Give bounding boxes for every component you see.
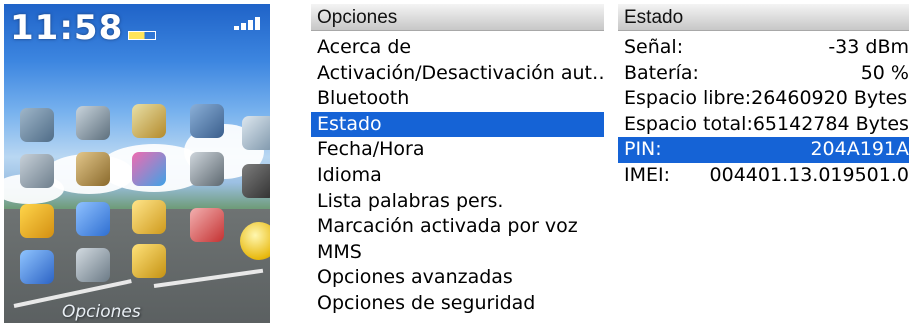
list-item-selected[interactable]: Estado	[311, 111, 604, 138]
status-row-total-space[interactable]: Espacio total: 65142784 Bytes	[618, 112, 909, 138]
status-row-pin[interactable]: PIN: 204A191A	[618, 137, 909, 163]
status-label: Espacio total:	[624, 112, 753, 135]
help-icon[interactable]	[20, 204, 54, 238]
status-row-imei[interactable]: IMEI: 004401.13.019501.0	[618, 163, 909, 189]
tasks-icon[interactable]	[132, 200, 166, 234]
messages-icon[interactable]	[20, 108, 54, 142]
status-value: 65142784 Bytes	[752, 112, 909, 135]
manage-connections-icon[interactable]	[76, 248, 110, 282]
status-row-signal[interactable]: Señal: -33 dBm	[618, 35, 909, 61]
home-selected-label: Opciones	[62, 302, 141, 322]
list-item[interactable]: Opciones de seguridad	[311, 291, 604, 317]
list-item[interactable]: Idioma	[311, 163, 604, 189]
list-item[interactable]: Fecha/Hora	[311, 137, 604, 163]
status-value: 004401.13.019501.0	[709, 163, 909, 186]
list-item[interactable]: Opciones avanzadas	[311, 265, 604, 291]
phone-icon[interactable]	[242, 116, 270, 150]
options-screen: Opciones Acerca de Activación/Desactivac…	[311, 4, 604, 323]
games-icon[interactable]	[132, 152, 166, 186]
list-item[interactable]: MMS	[311, 240, 604, 266]
lock-icon[interactable]	[132, 244, 166, 278]
status-value: 26460920 Bytes	[751, 87, 908, 110]
status-row-battery[interactable]: Batería: 50 %	[618, 61, 909, 87]
list-item[interactable]: Lista palabras pers.	[311, 189, 604, 215]
list-item[interactable]: Acerca de	[311, 35, 604, 61]
options-title: Opciones	[311, 4, 604, 31]
battery-icon	[128, 31, 156, 40]
status-screen: Estado Señal: -33 dBm Batería: 50 % Espa…	[618, 4, 909, 323]
options-wrench-icon[interactable]	[240, 222, 270, 260]
status-value: 50 %	[860, 61, 909, 84]
home-screen: 11:58 Opciones	[4, 4, 270, 323]
list-item[interactable]: Marcación activada por voz	[311, 214, 604, 240]
status-label: Batería:	[624, 61, 699, 84]
options-list: Acerca de Activación/Desactivación aut… …	[311, 31, 604, 317]
browser-icon[interactable]	[76, 106, 110, 140]
bluetooth-icon[interactable]	[20, 250, 54, 284]
status-list: Señal: -33 dBm Batería: 50 % Espacio lib…	[618, 31, 909, 189]
status-label: Espacio libre:	[624, 87, 752, 110]
contacts-icon[interactable]	[190, 104, 224, 138]
search-icon[interactable]	[76, 202, 110, 236]
status-label: Señal:	[624, 36, 684, 58]
home-clock: 11:58	[10, 8, 124, 48]
calendar-icon[interactable]	[132, 104, 166, 138]
status-value: -33 dBm	[828, 36, 909, 58]
voice-dial-icon[interactable]	[190, 208, 224, 242]
status-label: PIN:	[624, 138, 662, 161]
status-label: IMEI:	[624, 163, 671, 186]
status-value: 204A191A	[810, 138, 909, 161]
status-title: Estado	[618, 4, 909, 31]
music-icon[interactable]	[190, 152, 224, 186]
status-row-free-space[interactable]: Espacio libre: 26460920 Bytes	[618, 86, 909, 112]
list-item[interactable]: Activación/Desactivación aut…	[311, 61, 604, 87]
media-icon[interactable]	[20, 154, 54, 188]
camera-icon[interactable]	[76, 152, 110, 186]
signal-strength-icon	[234, 14, 266, 30]
list-item[interactable]: Bluetooth	[311, 86, 604, 112]
applications-icon[interactable]	[242, 164, 270, 198]
